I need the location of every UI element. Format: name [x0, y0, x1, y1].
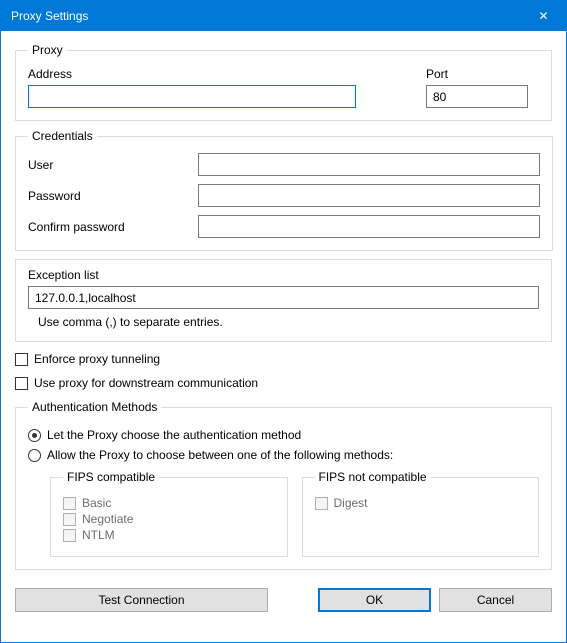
ok-button[interactable]: OK: [318, 588, 431, 612]
auth-auto-radio[interactable]: [28, 429, 41, 442]
fips-compatible-legend: FIPS compatible: [63, 470, 159, 484]
basic-label: Basic: [82, 496, 111, 510]
enforce-tunnel-label: Enforce proxy tunneling: [34, 352, 160, 366]
enforce-tunnel-checkbox[interactable]: [15, 353, 28, 366]
exception-input[interactable]: [28, 286, 539, 309]
cancel-button[interactable]: Cancel: [439, 588, 552, 612]
auth-methods-group: Authentication Methods Let the Proxy cho…: [15, 400, 552, 570]
proxy-legend: Proxy: [28, 43, 67, 57]
confirm-password-label: Confirm password: [28, 220, 198, 234]
downstream-label: Use proxy for downstream communication: [34, 376, 258, 390]
confirm-password-input[interactable]: [198, 215, 540, 238]
auth-auto-label: Let the Proxy choose the authentication …: [47, 428, 301, 442]
window-title: Proxy Settings: [11, 9, 88, 23]
digest-checkbox: [315, 497, 328, 510]
fips-compatible-group: FIPS compatible Basic Negotiate NTLM: [50, 470, 288, 557]
ntlm-label: NTLM: [82, 528, 115, 542]
address-input[interactable]: [28, 85, 356, 108]
digest-label: Digest: [334, 496, 368, 510]
exception-label: Exception list: [28, 268, 539, 282]
proxy-group: Proxy Address Port: [15, 43, 552, 121]
ntlm-checkbox: [63, 529, 76, 542]
content-area: Proxy Address Port Credentials User Pass…: [1, 31, 566, 588]
auth-choose-radio[interactable]: [28, 449, 41, 462]
exception-group: Exception list Use comma (,) to separate…: [15, 259, 552, 342]
address-label: Address: [28, 67, 356, 81]
exception-hint: Use comma (,) to separate entries.: [38, 315, 539, 329]
port-input[interactable]: [426, 85, 528, 108]
test-connection-button[interactable]: Test Connection: [15, 588, 268, 612]
close-icon: ✕: [538, 9, 548, 23]
fips-not-compatible-legend: FIPS not compatible: [315, 470, 431, 484]
credentials-group: Credentials User Password Confirm passwo…: [15, 129, 553, 251]
button-bar: Test Connection OK Cancel: [1, 588, 566, 624]
negotiate-label: Negotiate: [82, 512, 133, 526]
negotiate-checkbox: [63, 513, 76, 526]
password-label: Password: [28, 189, 198, 203]
fips-not-compatible-group: FIPS not compatible Digest: [302, 470, 540, 557]
downstream-checkbox[interactable]: [15, 377, 28, 390]
user-label: User: [28, 158, 198, 172]
basic-checkbox: [63, 497, 76, 510]
close-button[interactable]: ✕: [521, 1, 566, 31]
password-input[interactable]: [198, 184, 540, 207]
auth-methods-legend: Authentication Methods: [28, 400, 161, 414]
credentials-legend: Credentials: [28, 129, 97, 143]
auth-choose-label: Allow the Proxy to choose between one of…: [47, 448, 393, 462]
titlebar: Proxy Settings ✕: [1, 1, 566, 31]
user-input[interactable]: [198, 153, 540, 176]
port-label: Port: [426, 67, 528, 81]
